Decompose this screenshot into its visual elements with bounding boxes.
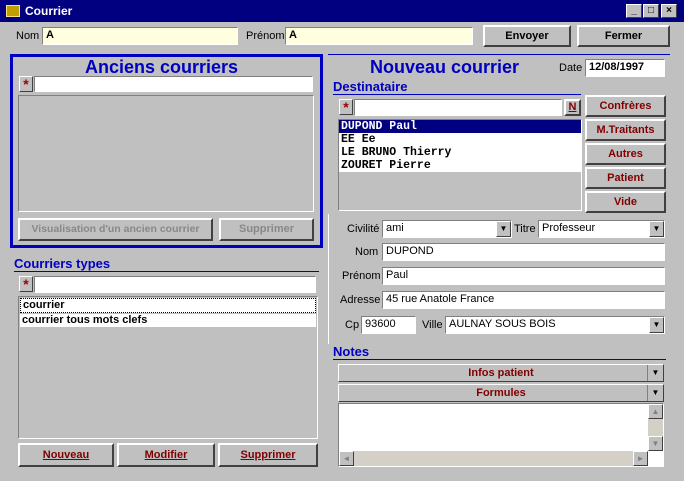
title-bar: Courrier _ □ × bbox=[0, 0, 684, 22]
date-field[interactable]: 12/08/1997 bbox=[585, 59, 665, 77]
visualisation-button[interactable]: Visualisation d'un ancien courrier bbox=[18, 218, 213, 241]
anciens-filter-input[interactable] bbox=[34, 76, 313, 92]
dest-nom-label: Nom bbox=[355, 246, 379, 258]
prenom-field[interactable]: A bbox=[285, 27, 473, 45]
courriers-types-title: Courriers types bbox=[14, 256, 319, 272]
adresse-label: Adresse bbox=[340, 294, 381, 306]
destinataire-list[interactable]: DUPOND Paul EE Ee LE BRUNO Thierry ZOURE… bbox=[338, 119, 582, 211]
patient-label: Patient bbox=[607, 172, 644, 184]
fermer-label: Fermer bbox=[604, 30, 643, 42]
asterisk-filter-icon[interactable]: * bbox=[339, 99, 353, 115]
notes-textarea[interactable]: ▲ ▼ ◄ ► bbox=[338, 403, 664, 467]
scroll-left-icon[interactable]: ◄ bbox=[339, 451, 354, 466]
close-icon[interactable]: × bbox=[661, 4, 677, 18]
envoyer-button[interactable]: Envoyer bbox=[483, 25, 571, 47]
civilite-value: ami bbox=[386, 222, 404, 234]
m-traitants-button[interactable]: M.Traitants bbox=[585, 119, 666, 141]
horizontal-scrollbar[interactable] bbox=[339, 451, 648, 466]
nouveau-button[interactable]: Nouveau bbox=[18, 443, 114, 467]
patient-button[interactable]: Patient bbox=[585, 167, 666, 189]
list-item[interactable]: EE Ee bbox=[339, 133, 581, 146]
confreres-button[interactable]: Confrères bbox=[585, 95, 666, 117]
scroll-down-icon[interactable]: ▼ bbox=[648, 436, 663, 451]
chevron-down-icon[interactable]: ▼ bbox=[649, 221, 664, 237]
envoyer-label: Envoyer bbox=[505, 30, 549, 42]
cp-field[interactable]: 93600 bbox=[361, 316, 416, 334]
nouveau-courrier-title: Nouveau courrier bbox=[370, 57, 520, 77]
chevron-down-icon[interactable]: ▼ bbox=[496, 221, 511, 237]
titre-label: Titre bbox=[514, 223, 536, 235]
types-filter-input[interactable] bbox=[34, 276, 316, 293]
modifier-label: Modifier bbox=[144, 449, 188, 461]
dest-prenom-field[interactable]: Paul bbox=[382, 267, 665, 285]
nom-label: Nom bbox=[16, 30, 40, 42]
n-button[interactable]: N bbox=[564, 99, 581, 116]
app-icon bbox=[6, 5, 20, 17]
nouveau-label: Nouveau bbox=[42, 449, 90, 461]
date-label: Date bbox=[559, 62, 583, 74]
ville-label: Ville bbox=[422, 319, 443, 331]
vide-label: Vide bbox=[613, 196, 638, 208]
list-item[interactable]: LE BRUNO Thierry bbox=[339, 146, 581, 159]
courriers-types-list[interactable]: courrier courrier tous mots clefs bbox=[18, 296, 318, 439]
confreres-label: Confrères bbox=[599, 100, 652, 112]
destinataire-title: Destinataire bbox=[333, 79, 581, 95]
list-item[interactable]: courrier bbox=[20, 298, 316, 313]
dest-prenom-label: Prénom bbox=[342, 270, 381, 282]
civilite-select[interactable]: ami ▼ bbox=[382, 220, 512, 238]
autres-label: Autres bbox=[608, 148, 643, 160]
asterisk-filter-icon[interactable]: * bbox=[19, 276, 33, 292]
fermer-button[interactable]: Fermer bbox=[577, 25, 670, 47]
anciens-supprimer-button[interactable]: Supprimer bbox=[219, 218, 314, 241]
list-item[interactable]: DUPOND Paul bbox=[339, 120, 581, 133]
nom-field[interactable]: A bbox=[42, 27, 238, 45]
minimize-icon[interactable]: _ bbox=[626, 4, 642, 18]
infos-patient-select[interactable]: Infos patient ▼ bbox=[338, 364, 664, 382]
nouveau-top-rule bbox=[328, 54, 670, 55]
window-title: Courrier bbox=[25, 4, 73, 18]
types-supprimer-label: Supprimer bbox=[240, 449, 296, 461]
infos-patient-label: Infos patient bbox=[468, 367, 534, 379]
m-traitants-label: M.Traitants bbox=[596, 124, 655, 136]
formules-select[interactable]: Formules ▼ bbox=[338, 384, 664, 402]
n-label: N bbox=[568, 101, 577, 113]
scroll-right-icon[interactable]: ► bbox=[633, 451, 648, 466]
civilite-label: Civilité bbox=[347, 223, 380, 235]
modifier-button[interactable]: Modifier bbox=[117, 443, 215, 467]
notes-title: Notes bbox=[333, 344, 666, 360]
chevron-down-icon[interactable]: ▼ bbox=[647, 365, 663, 381]
divider bbox=[328, 214, 329, 344]
list-item[interactable]: ZOURET Pierre bbox=[339, 159, 581, 172]
dest-nom-field[interactable]: DUPOND bbox=[382, 243, 665, 261]
types-supprimer-button[interactable]: Supprimer bbox=[218, 443, 318, 467]
destinataire-filter-input[interactable] bbox=[354, 99, 562, 116]
anciens-courriers-list[interactable] bbox=[18, 95, 314, 212]
asterisk-filter-icon[interactable]: * bbox=[19, 76, 33, 92]
ville-select[interactable]: AULNAY SOUS BOIS ▼ bbox=[445, 316, 665, 334]
cp-label: Cp bbox=[345, 319, 360, 331]
scroll-up-icon[interactable]: ▲ bbox=[648, 404, 663, 419]
anciens-supprimer-label: Supprimer bbox=[238, 223, 294, 235]
anciens-courriers-title: Anciens courriers bbox=[85, 57, 239, 77]
titre-select[interactable]: Professeur ▼ bbox=[538, 220, 665, 238]
chevron-down-icon[interactable]: ▼ bbox=[647, 385, 663, 401]
autres-button[interactable]: Autres bbox=[585, 143, 666, 165]
maximize-icon[interactable]: □ bbox=[643, 4, 659, 18]
chevron-down-icon[interactable]: ▼ bbox=[649, 317, 664, 333]
formules-label: Formules bbox=[476, 387, 526, 399]
list-item[interactable]: courrier tous mots clefs bbox=[20, 314, 316, 327]
prenom-label: Prénom bbox=[246, 30, 285, 42]
titre-value: Professeur bbox=[542, 222, 596, 234]
adresse-field[interactable]: 45 rue Anatole France bbox=[382, 291, 665, 309]
visualisation-label: Visualisation d'un ancien courrier bbox=[31, 223, 200, 235]
vide-button[interactable]: Vide bbox=[585, 191, 666, 213]
ville-value: AULNAY SOUS BOIS bbox=[449, 318, 556, 330]
